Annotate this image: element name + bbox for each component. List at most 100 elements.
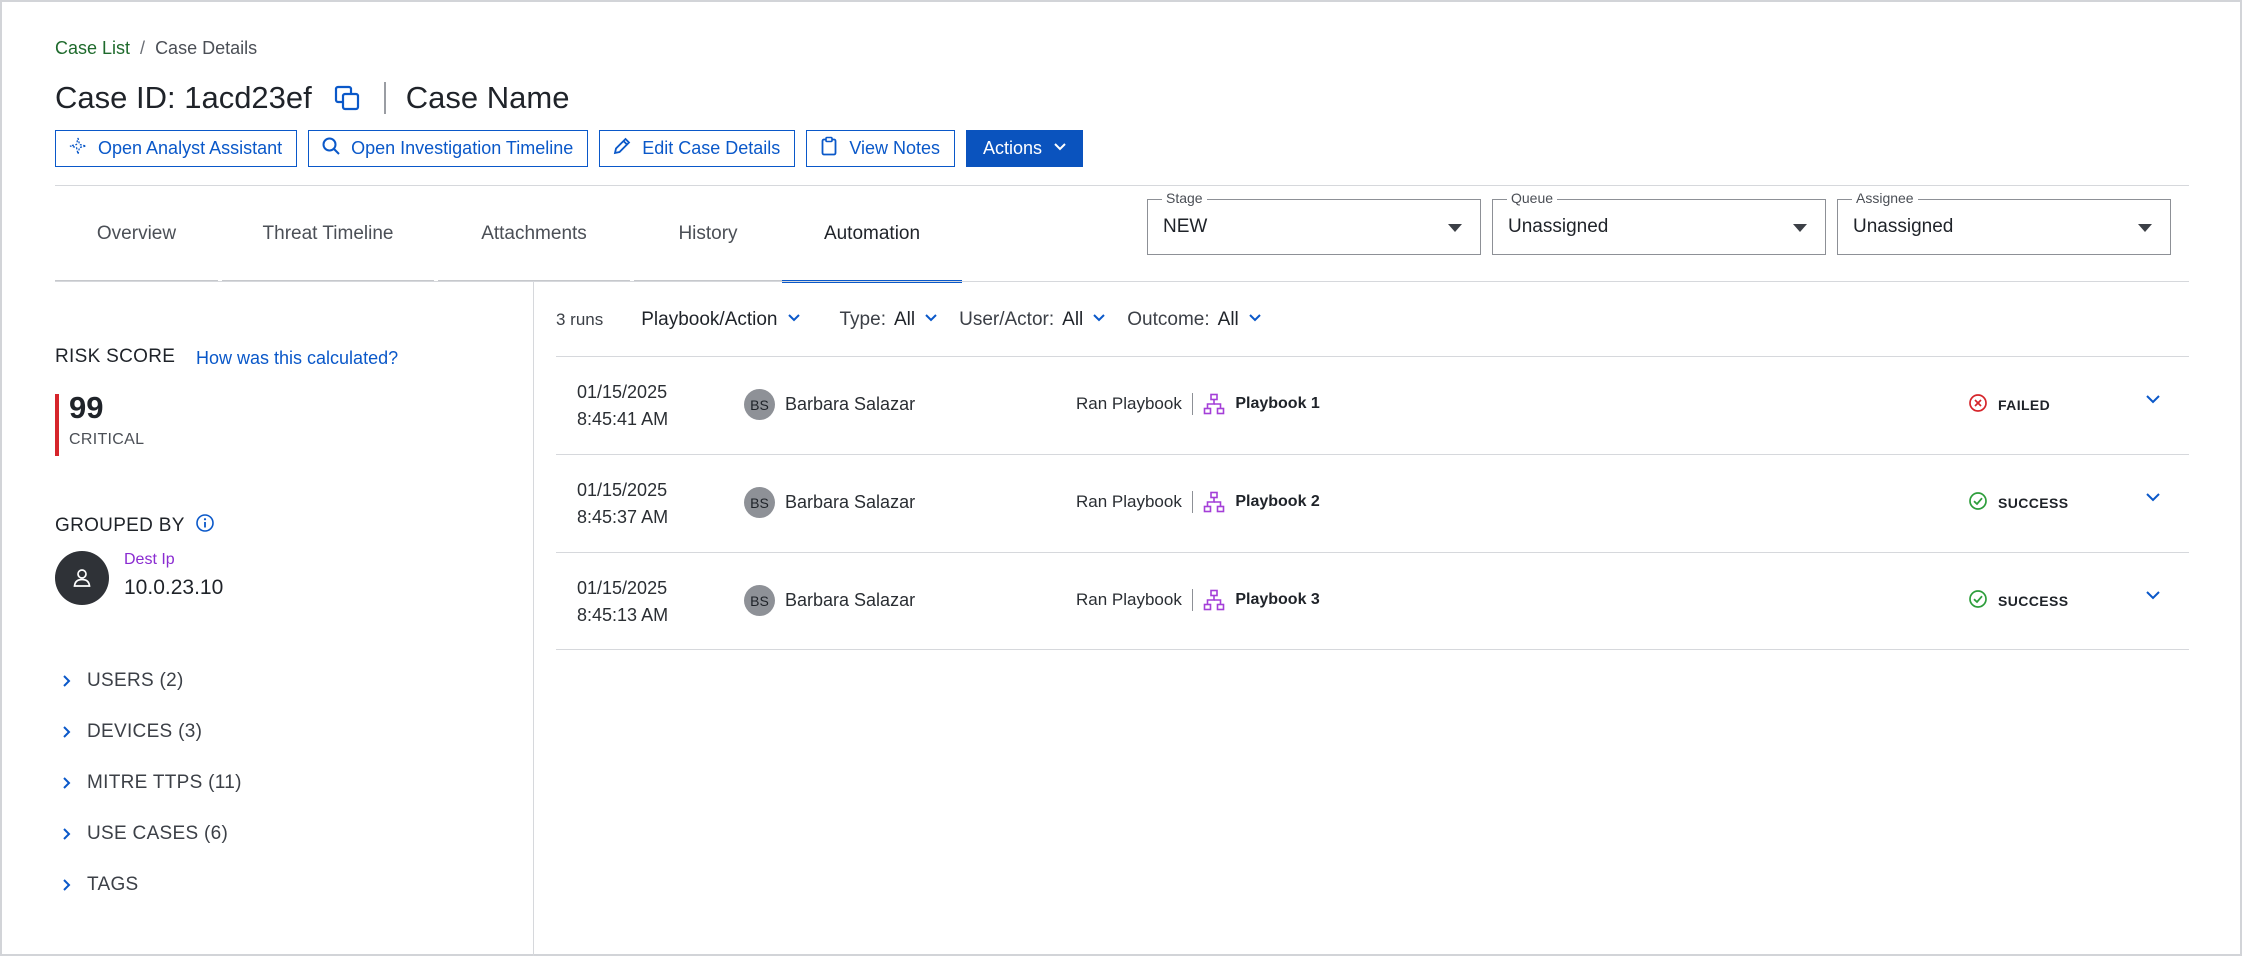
- tabs-divider: [55, 281, 2189, 282]
- clipboard-icon: [819, 136, 839, 161]
- chevron-down-icon: [1091, 309, 1107, 331]
- avatar: BS: [744, 585, 775, 616]
- playbook-icon: [1203, 491, 1225, 513]
- caret-down-icon: [2138, 224, 2152, 232]
- copy-icon[interactable]: [332, 83, 362, 113]
- stage-select[interactable]: Stage NEW: [1147, 190, 1481, 255]
- risk-calculation-link[interactable]: How was this calculated?: [196, 348, 398, 369]
- chevron-right-icon: [55, 725, 77, 739]
- section-tags-label: TAGS: [87, 873, 139, 895]
- chevron-down-icon[interactable]: [2143, 585, 2163, 610]
- chevron-down-icon: [923, 309, 939, 331]
- user-actor-filter-value: All: [1062, 309, 1084, 330]
- section-tags[interactable]: TAGS: [55, 859, 242, 910]
- section-devices[interactable]: DEVICES (3): [55, 706, 242, 757]
- action-divider: [1191, 491, 1194, 513]
- table-row[interactable]: 01/15/2025 8:45:37 AM BS Barbara Salazar…: [556, 454, 2189, 552]
- chevron-right-icon: [55, 776, 77, 790]
- chevron-right-icon: [55, 878, 77, 892]
- run-time: 8:45:13 AM: [577, 605, 669, 625]
- run-action-type: Ran Playbook: [1076, 394, 1182, 413]
- tab-attachments[interactable]: Attachments: [438, 186, 630, 282]
- section-users[interactable]: USERS (2): [55, 655, 242, 706]
- actions-label: Actions: [983, 138, 1043, 158]
- playbook-name-link[interactable]: Playbook 2: [1235, 493, 1319, 511]
- grouped-by-key: Dest Ip: [124, 551, 175, 568]
- open-investigation-timeline-label: Open Investigation Timeline: [351, 138, 574, 158]
- tab-bar: Overview Threat Timeline Attachments His…: [55, 186, 962, 283]
- chevron-down-icon: [1052, 138, 1068, 159]
- queue-select[interactable]: Queue Unassigned: [1492, 190, 1826, 255]
- playbook-icon: [1203, 393, 1225, 415]
- search-icon: [321, 136, 341, 161]
- entity-sections: USERS (2) DEVICES (3) MITRE TTPS (11) US…: [55, 655, 242, 910]
- tab-automation[interactable]: Automation: [782, 186, 962, 283]
- tab-automation-label: Automation: [823, 223, 921, 244]
- playbook-name-link[interactable]: Playbook 1: [1235, 395, 1319, 413]
- playbook-action-filter-label: Playbook/Action: [641, 309, 778, 330]
- tab-history[interactable]: History: [634, 186, 782, 282]
- risk-severity-bar: [55, 394, 59, 456]
- playbook-name-link[interactable]: Playbook 3: [1235, 591, 1319, 609]
- action-divider: [1191, 589, 1194, 611]
- table-row[interactable]: 01/15/2025 8:45:13 AM BS Barbara Salazar…: [556, 552, 2189, 650]
- edit-case-details-button[interactable]: Edit Case Details: [599, 130, 796, 167]
- section-mitre-ttps[interactable]: MITRE TTPS (11): [55, 757, 242, 808]
- tab-overview-label: Overview: [96, 223, 177, 244]
- run-outcome-label: SUCCESS: [1998, 592, 2069, 609]
- info-icon[interactable]: [195, 513, 215, 539]
- chevron-down-icon[interactable]: [2143, 389, 2163, 414]
- sparkle-icon: [68, 136, 88, 161]
- run-timestamp: 01/15/2025 8:45:37 AM: [577, 477, 668, 531]
- risk-level: CRITICAL: [69, 431, 145, 448]
- run-user-name: Barbara Salazar: [785, 590, 916, 610]
- action-divider: [1191, 393, 1194, 415]
- type-filter[interactable]: Type: All: [840, 309, 940, 331]
- run-outcome: FAILED: [1968, 393, 2050, 416]
- actions-button[interactable]: Actions: [966, 130, 1084, 167]
- outcome-filter[interactable]: Outcome: All: [1127, 309, 1263, 331]
- breadcrumb-case-list-link[interactable]: Case List: [55, 38, 130, 59]
- chevron-down-icon[interactable]: [2143, 487, 2163, 512]
- run-user-name: Barbara Salazar: [785, 394, 916, 414]
- queue-select-value: Unassigned: [1508, 216, 1609, 237]
- chevron-right-icon: [55, 674, 77, 688]
- avatar: BS: [744, 389, 775, 420]
- automation-filters: 3 runs Playbook/Action Type: All User/Ac…: [556, 300, 1283, 340]
- section-use-cases-label: USE CASES (6): [87, 822, 229, 844]
- open-investigation-timeline-button[interactable]: Open Investigation Timeline: [308, 130, 589, 167]
- tab-threat-timeline[interactable]: Threat Timeline: [222, 186, 434, 282]
- view-notes-label: View Notes: [849, 138, 941, 158]
- stage-select-value: NEW: [1163, 216, 1208, 237]
- user-actor-filter[interactable]: User/Actor: All: [959, 309, 1107, 331]
- pencil-icon: [612, 136, 632, 161]
- type-filter-label: Type:: [839, 309, 886, 330]
- risk-score-value: 99: [69, 390, 104, 425]
- run-action-type: Ran Playbook: [1076, 590, 1182, 609]
- view-notes-button[interactable]: View Notes: [806, 130, 956, 167]
- outcome-filter-value: All: [1217, 309, 1239, 330]
- run-outcome: SUCCESS: [1968, 491, 2068, 514]
- table-row[interactable]: 01/15/2025 8:45:41 AM BS Barbara Salazar…: [556, 356, 2189, 454]
- run-action: Ran Playbook Playbook 1: [1076, 393, 1320, 415]
- section-use-cases[interactable]: USE CASES (6): [55, 808, 242, 859]
- section-users-label: USERS (2): [87, 669, 184, 691]
- outcome-filter-label: Outcome:: [1127, 309, 1210, 330]
- case-id: Case ID: 1acd23ef: [55, 80, 312, 115]
- page-title: Case ID: 1acd23ef Case Name: [55, 76, 569, 120]
- run-user-name: Barbara Salazar: [785, 492, 916, 512]
- chevron-down-icon: [786, 309, 802, 331]
- avatar: BS: [744, 487, 775, 518]
- toolbar: Open Analyst Assistant Open Investigatio…: [55, 130, 1084, 167]
- assignee-select[interactable]: Assignee Unassigned: [1837, 190, 2171, 255]
- tab-history-label: History: [678, 223, 738, 244]
- run-time: 8:45:37 AM: [577, 507, 669, 527]
- error-circle-icon: [1968, 393, 1988, 416]
- playbook-action-filter[interactable]: Playbook/Action: [641, 309, 801, 331]
- check-circle-icon: [1968, 589, 1988, 612]
- tab-overview[interactable]: Overview: [55, 186, 218, 282]
- title-divider: [383, 82, 386, 114]
- case-name: Case Name: [405, 80, 570, 115]
- panel-divider: [533, 282, 534, 956]
- open-analyst-assistant-button[interactable]: Open Analyst Assistant: [55, 130, 298, 167]
